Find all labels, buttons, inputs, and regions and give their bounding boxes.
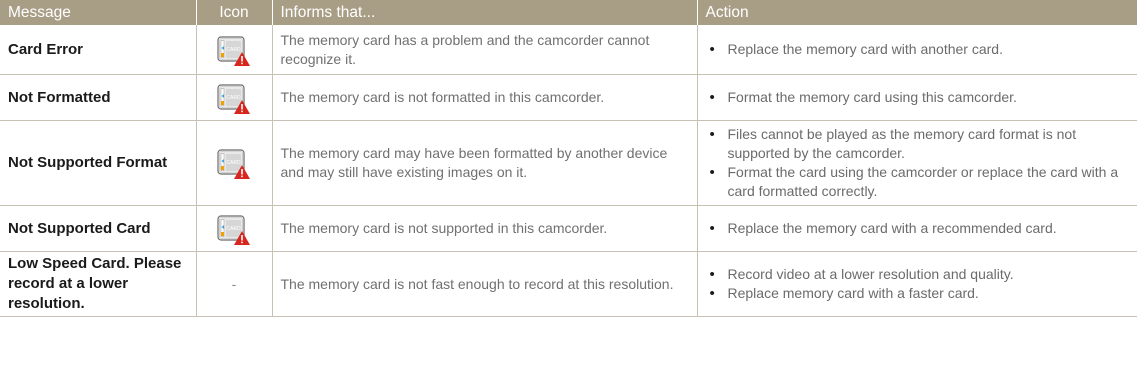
- icon-cell: CARD: [196, 205, 273, 252]
- action-list: Replace the memory card with another car…: [706, 40, 1130, 59]
- icon-cell: CARD: [196, 25, 273, 75]
- action-item: Replace the memory card with a recommend…: [710, 219, 1130, 238]
- warning-message-table: Message Icon Informs that... Action Card…: [0, 0, 1137, 317]
- card-warning-icon: CARD: [217, 35, 250, 66]
- action-list: Replace the memory card with a recommend…: [706, 219, 1130, 238]
- icon-cell: -: [196, 251, 273, 317]
- svg-text:CARD: CARD: [226, 47, 241, 53]
- header-action: Action: [697, 0, 1137, 25]
- icon-cell: CARD: [196, 120, 273, 206]
- header-informs: Informs that...: [272, 0, 698, 25]
- header-icon: Icon: [196, 0, 273, 25]
- action-cell: Replace the memory card with another car…: [697, 25, 1137, 75]
- table-row: Not Supported Format CARD The memory car…: [0, 120, 1137, 206]
- informs-cell: The memory card has a problem and the ca…: [272, 25, 698, 75]
- action-cell: Format the memory card using this camcor…: [697, 74, 1137, 121]
- header-message: Message: [0, 0, 197, 25]
- action-cell: Files cannot be played as the memory car…: [697, 120, 1137, 206]
- svg-text:CARD: CARD: [226, 160, 241, 166]
- action-item: Format the memory card using this camcor…: [710, 88, 1130, 107]
- action-item: Record video at a lower resolution and q…: [710, 265, 1130, 284]
- action-item: Replace the memory card with another car…: [710, 40, 1130, 59]
- table-row: Not Supported Card CARD The memory card …: [0, 205, 1137, 252]
- message-cell: Not Supported Format: [0, 120, 197, 206]
- card-warning-icon: CARD: [217, 83, 250, 114]
- svg-text:CARD: CARD: [226, 95, 241, 101]
- action-list: Files cannot be played as the memory car…: [706, 125, 1130, 201]
- message-cell: Card Error: [0, 25, 197, 75]
- informs-cell: The memory card may have been formatted …: [272, 120, 698, 206]
- message-cell: Low Speed Card. Please record at a lower…: [0, 251, 197, 317]
- icon-cell: CARD: [196, 74, 273, 121]
- message-cell: Not Supported Card: [0, 205, 197, 252]
- table-header-row: Message Icon Informs that... Action: [0, 0, 1137, 25]
- informs-cell: The memory card is not supported in this…: [272, 205, 698, 252]
- message-table-container: Message Icon Informs that... Action Card…: [0, 0, 1137, 317]
- table-row: Low Speed Card. Please record at a lower…: [0, 251, 1137, 317]
- table-row: Card Error CARD The memory card has a pr…: [0, 25, 1137, 75]
- card-warning-icon: CARD: [217, 149, 250, 179]
- action-item: Files cannot be played as the memory car…: [710, 125, 1130, 163]
- informs-cell: The memory card is not formatted in this…: [272, 74, 698, 121]
- action-list: Format the memory card using this camcor…: [706, 88, 1130, 107]
- action-list: Record video at a lower resolution and q…: [706, 265, 1130, 303]
- no-icon-dash: -: [231, 275, 237, 292]
- informs-cell: The memory card is not fast enough to re…: [272, 251, 698, 317]
- message-cell: Not Formatted: [0, 74, 197, 121]
- card-warning-icon: CARD: [217, 214, 250, 245]
- action-item: Replace memory card with a faster card.: [710, 284, 1130, 303]
- svg-text:CARD: CARD: [226, 226, 241, 232]
- table-row: Not Formatted CARD The memory card is no…: [0, 74, 1137, 121]
- action-cell: Record video at a lower resolution and q…: [697, 251, 1137, 317]
- action-item: Format the card using the camcorder or r…: [710, 163, 1130, 201]
- action-cell: Replace the memory card with a recommend…: [697, 205, 1137, 252]
